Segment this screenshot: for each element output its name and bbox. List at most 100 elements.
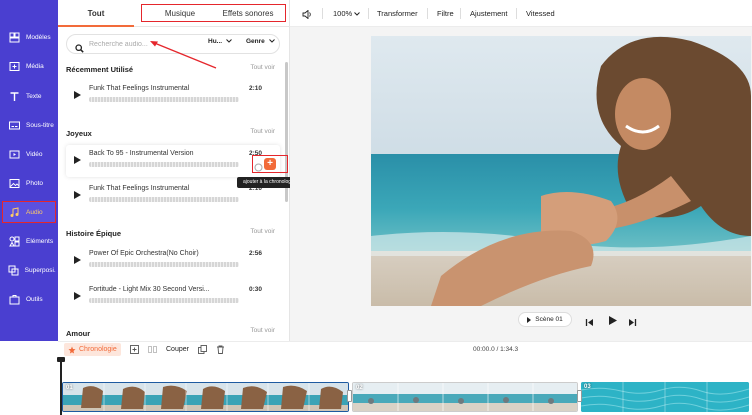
nav-label: Superposi... (24, 266, 56, 274)
waveform (89, 162, 239, 167)
nav-item-templates[interactable]: Modèles (2, 26, 56, 48)
play-icon[interactable] (74, 191, 81, 199)
play-icon (527, 316, 532, 323)
clip-number: 02 (356, 385, 363, 391)
waveform (89, 97, 239, 102)
nav-item-tools[interactable]: Outils (2, 288, 56, 310)
nav-item-photo[interactable]: Photo (2, 172, 56, 194)
tools-icon (7, 293, 21, 305)
toolbar-divider (322, 8, 323, 19)
nav-item-elements[interactable]: Éléments (2, 230, 56, 252)
timeline-toggle-label: Chronologie (79, 346, 117, 353)
play-icon[interactable] (74, 156, 81, 164)
track-item[interactable]: Funk That Feelings Instrumental 2:10 (66, 80, 280, 112)
clip-trim-handle[interactable] (347, 390, 352, 402)
section-title-joyful: Joyeux (66, 129, 92, 138)
see-all-link[interactable]: Tout voir (250, 64, 275, 71)
track-name: Back To 95 - Instrumental Version (89, 150, 194, 157)
track-duration: 2:10 (248, 85, 262, 92)
annotation-arrow (150, 41, 217, 69)
playhead[interactable] (60, 358, 62, 415)
track-duration: 0:30 (248, 286, 262, 293)
previous-icon[interactable] (585, 314, 594, 332)
clip-number: 01 (66, 385, 73, 391)
adjust-button[interactable]: Ajustement (470, 0, 508, 27)
timeline-toolbar: Chronologie Couper 00:00.0 / 1:34.3 (58, 341, 752, 356)
play-icon[interactable] (74, 256, 81, 264)
nav-item-media[interactable]: Média (2, 55, 56, 77)
duplicate-icon[interactable] (198, 343, 207, 356)
clip-thumbnails (63, 383, 348, 411)
clip-number: 03 (584, 384, 591, 390)
timeline-icon (68, 346, 76, 353)
see-all-link[interactable]: Tout voir (250, 327, 275, 334)
play-icon[interactable] (74, 91, 81, 99)
zoom-level: 100% (333, 9, 353, 18)
timeline-clip[interactable]: 01 (62, 382, 349, 412)
nav-label: Sous-titre (26, 121, 54, 129)
nav-item-audio[interactable]: Audio (2, 201, 56, 223)
track-name: Fortitude - Light Mix 30 Second Versi... (89, 286, 210, 293)
waveform (89, 262, 239, 267)
genre-dropdown[interactable]: Genre (246, 38, 275, 45)
tab-all[interactable]: Tout (58, 0, 134, 27)
top-toolbar: 100% Transformer Filtre Ajustement Vites… (290, 0, 752, 27)
speed-button[interactable]: Vitessed (526, 0, 555, 27)
tabs-highlight-box (141, 4, 286, 22)
timecode: 00:00.0 / 1:34.3 (473, 346, 519, 353)
nav-label: Photo (26, 179, 43, 187)
subtitle-icon (7, 119, 21, 131)
media-icon (7, 60, 21, 72)
video-icon (7, 148, 21, 160)
scene-selector[interactable]: Scène 01 (518, 312, 572, 327)
toolbar-divider (516, 8, 517, 19)
timeline-ruler[interactable] (58, 356, 752, 380)
track-duration: 2:56 (248, 250, 262, 257)
track-name: Power Of Epic Orchestra(No Choir) (89, 250, 199, 257)
track-name: Funk That Feelings Instrumental (89, 85, 190, 92)
cut-button[interactable]: Couper (166, 343, 189, 356)
volume-icon[interactable] (302, 0, 312, 27)
toolbar-divider (427, 8, 428, 19)
play-icon[interactable] (74, 292, 81, 300)
toolbar-divider (460, 8, 461, 19)
track-item[interactable]: Fortitude - Light Mix 30 Second Versi...… (66, 281, 280, 313)
add-track-icon[interactable] (130, 343, 139, 356)
panel-tabs: Tout Musique Effets sonores (58, 0, 290, 27)
nav-label: Audio (26, 208, 43, 216)
section-title-epic: Histoire Épique (66, 229, 122, 238)
track-item[interactable]: Back To 95 - Instrumental Version 2:50 (66, 145, 280, 177)
clip-thumbnails (353, 383, 577, 411)
waveform (89, 197, 239, 202)
filter-button[interactable]: Filtre (437, 0, 454, 27)
play-button[interactable] (607, 313, 618, 331)
genre-dropdown-label: Genre (246, 38, 265, 45)
delete-icon[interactable] (216, 343, 225, 356)
nav-label: Éléments (26, 237, 54, 245)
track-item[interactable]: Power Of Epic Orchestra(No Choir) 2:56 (66, 245, 280, 277)
see-all-link[interactable]: Tout voir (250, 128, 275, 135)
overlay-icon (7, 264, 20, 276)
see-all-link[interactable]: Tout voir (250, 228, 275, 235)
nav-item-video[interactable]: Vidéo (2, 143, 56, 165)
timeline-clip[interactable]: 03 (581, 382, 749, 412)
transform-button[interactable]: Transformer (377, 0, 418, 27)
nav-item-overlay[interactable]: Superposi... (2, 259, 56, 281)
track-name: Funk That Feelings Instrumental (89, 185, 190, 192)
nav-label: Média (26, 62, 44, 70)
timeline-toggle-button[interactable]: Chronologie (64, 343, 121, 356)
nav-label: Texte (26, 92, 42, 100)
clip-trim-handle[interactable] (577, 390, 582, 402)
elements-icon (7, 235, 21, 247)
next-icon[interactable] (628, 314, 637, 332)
nav-item-text[interactable]: Texte (2, 85, 56, 107)
split-icon[interactable] (148, 343, 157, 356)
zoom-select[interactable]: 100% (333, 0, 361, 27)
nav-label: Outils (26, 295, 43, 303)
nav-item-subtitle[interactable]: Sous-titre (2, 114, 56, 136)
timeline-clip[interactable]: 02 (352, 382, 578, 412)
video-preview[interactable] (371, 36, 751, 306)
nav-label: Modèles (26, 33, 51, 41)
templates-icon (7, 31, 21, 43)
section-title-recent: Récemment Utilisé (66, 65, 134, 74)
